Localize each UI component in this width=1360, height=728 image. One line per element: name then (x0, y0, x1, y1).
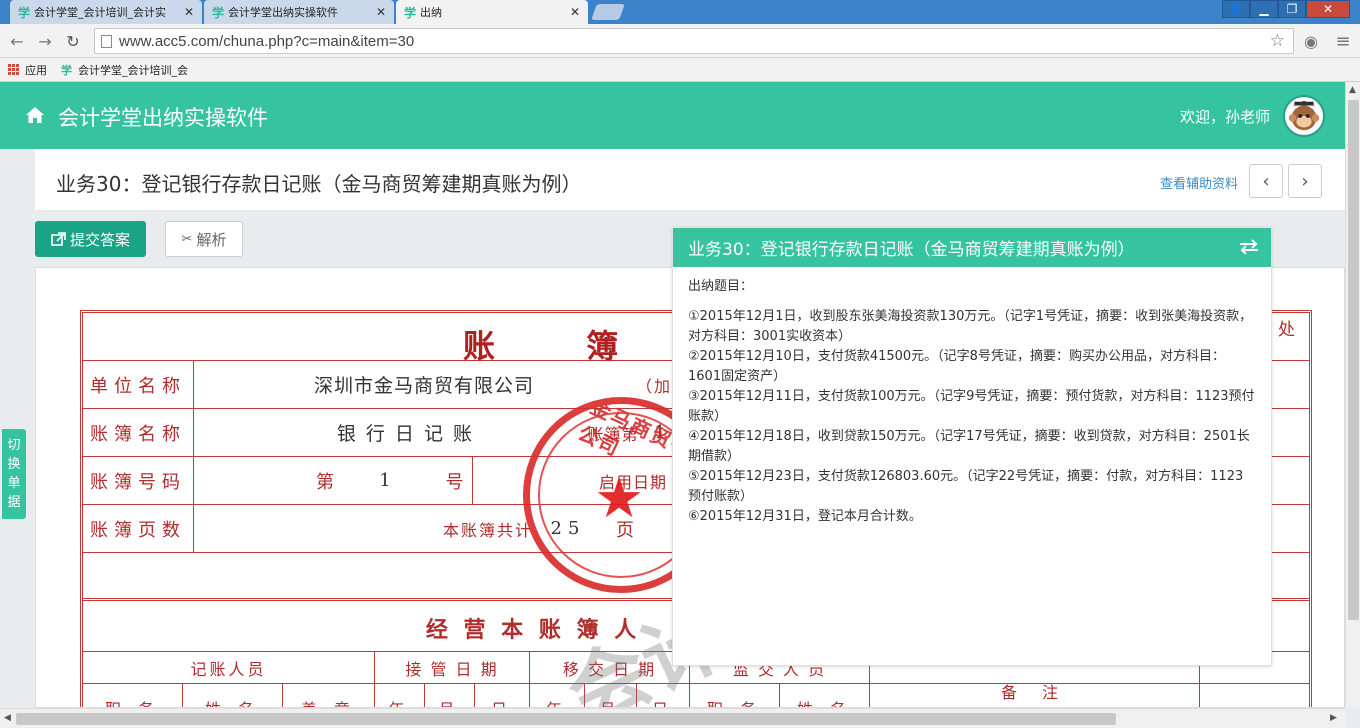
question-label: 出纳题目： (688, 279, 754, 294)
external-link-icon (51, 231, 66, 246)
forward-icon[interactable]: → (34, 30, 56, 52)
chevron-right-icon: › (1301, 170, 1309, 192)
scrollbar-thumb[interactable] (1348, 100, 1359, 620)
switch-tab-char: 单 (7, 476, 21, 491)
ledger-partial-text: 处 (1278, 320, 1295, 340)
question-item: ④2015年12月18日，收到贷款150万元。（记字17号凭证，摘要：收到贷款，… (688, 429, 1250, 464)
close-icon[interactable]: ✕ (570, 5, 580, 19)
month-header: 月 (425, 684, 475, 707)
home-icon[interactable] (25, 106, 45, 124)
prev-button[interactable]: ‹ (1249, 164, 1283, 198)
horizontal-scrollbar[interactable]: ◀ ▶ (0, 708, 1345, 728)
minimize-icon[interactable]: ▁ (1250, 0, 1278, 18)
bookmark-star-icon[interactable]: ☆ (1270, 31, 1285, 51)
help-materials-link[interactable]: 查看辅助资料 (1160, 173, 1238, 192)
switch-tab-char: 据 (7, 495, 21, 510)
question-item: ③2015年12月11日，支付货款100万元。（记字9号凭证，摘要：预付货款，对… (688, 389, 1255, 424)
apps-grid-icon[interactable] (8, 64, 19, 75)
tab-label: 会计学堂出纳实操软件 (228, 6, 339, 19)
question-panel: 业务30：登记银行存款日记账（金马商贸筹建期真账为例） 出纳题目： ①2015年… (672, 227, 1272, 666)
switch-tab-char: 换 (7, 457, 21, 472)
position-header: 职 务 (83, 684, 183, 707)
page-icon (101, 35, 112, 48)
number-prefix: 第 (316, 471, 340, 493)
user-icon[interactable]: 👤 (1222, 0, 1250, 18)
scrollbar-thumb[interactable] (16, 713, 1116, 725)
avatar[interactable] (1283, 95, 1325, 137)
panel-header[interactable]: 业务30：登记银行存款日记账（金马商贸筹建期真账为例） (673, 228, 1271, 267)
app-title: 会计学堂出纳实操软件 (58, 106, 268, 130)
window-controls: 👤 ▁ ❐ ✕ (1222, 0, 1350, 18)
question-item: ②2015年12月10日，支付货款41500元。（记字8号凭证，摘要：购买办公用… (688, 349, 1225, 384)
book-name-label: 账簿名称 (83, 409, 194, 456)
app-header: 会计学堂出纳实操软件 欢迎，孙老师 (0, 82, 1345, 149)
seal-header: 盖 章 (283, 684, 375, 707)
reload-icon[interactable]: ↻ (62, 30, 84, 52)
menu-icon[interactable]: ≡ (1332, 30, 1354, 52)
maximize-icon[interactable]: ❐ (1278, 0, 1306, 18)
tab-label: 出纳 (420, 6, 443, 19)
panel-body: 出纳题目： ①2015年12月1日，收到股东张美海投资款130万元。（记字1号凭… (673, 267, 1271, 537)
browser-tab[interactable]: 学 会计学堂_会计培训_会计实 ✕ (10, 0, 202, 24)
task-title: 业务30：登记银行存款日记账（金马商贸筹建期真账为例） (56, 172, 582, 196)
close-icon[interactable]: ✕ (184, 5, 194, 19)
year-header: 年 (375, 684, 425, 707)
bookmarks-bar: 应用 学 会计学堂_会计培训_会 (0, 58, 1360, 82)
window-close-icon[interactable]: ✕ (1306, 0, 1350, 18)
site-logo-icon: 学 (404, 5, 417, 20)
submit-answer-button[interactable]: 提交答案 (35, 221, 146, 257)
extension-icon[interactable]: ◉ (1300, 30, 1322, 52)
vertical-scrollbar[interactable]: ▲ (1345, 82, 1360, 708)
welcome-text: 欢迎，孙老师 (1179, 108, 1270, 126)
submit-label: 提交答案 (69, 230, 130, 249)
analysis-label: 解析 (196, 230, 227, 249)
site-logo-icon: 学 (18, 5, 31, 20)
takeover-date-header: 接 管 日 期 (375, 652, 530, 683)
question-item: ⑤2015年12月23日，支付货款126803.60元。（记字22号凭证，摘要：… (688, 469, 1244, 504)
monkey-avatar-icon (1288, 100, 1320, 131)
analysis-icon: ✂ (181, 231, 193, 247)
bookmark-apps[interactable]: 应用 (25, 62, 47, 78)
book-pages-label: 账簿页数 (83, 505, 194, 552)
question-item: ⑥2015年12月31日，登记本月合计数。 (688, 509, 922, 524)
new-tab-button[interactable] (591, 4, 625, 20)
switch-document-tab[interactable]: 切 换 单 据 (2, 429, 26, 519)
back-icon[interactable]: ← (6, 30, 28, 52)
browser-titlebar: 学 会计学堂_会计培训_会计实 ✕ 学 会计学堂出纳实操软件 ✕ 学 出纳 ✕ … (0, 0, 1360, 24)
switch-tab-char: 切 (7, 438, 21, 453)
book-name-value: 银 行 日 记 账 (336, 423, 474, 445)
day-header: 日 (475, 684, 530, 707)
bookmark-item[interactable]: 会计学堂_会计培训_会 (78, 62, 188, 78)
scroll-up-icon[interactable]: ▲ (1349, 85, 1356, 95)
question-item: ①2015年12月1日，收到股东张美海投资款130万元。（记字1号凭证，摘要：收… (688, 309, 1253, 344)
browser-tab[interactable]: 学 会计学堂出纳实操软件 ✕ (204, 0, 394, 24)
chevron-left-icon: ‹ (1262, 170, 1270, 192)
browser-toolbar: ← → ↻ www.acc5.com/chuna.php?c=main&item… (0, 24, 1360, 58)
tab-label: 会计学堂_会计培训_会计实 (34, 6, 167, 19)
address-bar[interactable]: www.acc5.com/chuna.php?c=main&item=30 ☆ (94, 28, 1294, 54)
scroll-left-icon[interactable]: ◀ (4, 713, 11, 723)
unit-label: 单位名称 (83, 361, 194, 408)
task-header: 业务30：登记银行存款日记账（金马商贸筹建期真账为例） 查看辅助资料 ‹ › (35, 149, 1345, 211)
close-icon[interactable]: ✕ (376, 5, 386, 19)
url-text: www.acc5.com/chuna.php?c=main&item=30 (119, 32, 415, 50)
keeper-header: 记账人员 (83, 652, 375, 683)
panel-title: 业务30：登记银行存款日记账（金马商贸筹建期真账为例） (688, 240, 1135, 260)
number-suffix: 号 (443, 457, 473, 504)
name-header: 姓 名 (780, 684, 870, 707)
site-logo-icon: 学 (212, 5, 225, 20)
next-button[interactable]: › (1288, 164, 1322, 198)
name-header: 姓 名 (183, 684, 283, 707)
book-number-label: 账簿号码 (83, 457, 194, 504)
analysis-button[interactable]: ✂ 解析 (165, 221, 243, 257)
scroll-right-icon[interactable]: ▶ (1330, 713, 1337, 723)
number-value: 1 (379, 470, 397, 491)
site-logo-icon: 学 (61, 63, 72, 77)
browser-tab-active[interactable]: 学 出纳 ✕ (396, 0, 588, 24)
swap-icon[interactable] (1239, 239, 1259, 255)
